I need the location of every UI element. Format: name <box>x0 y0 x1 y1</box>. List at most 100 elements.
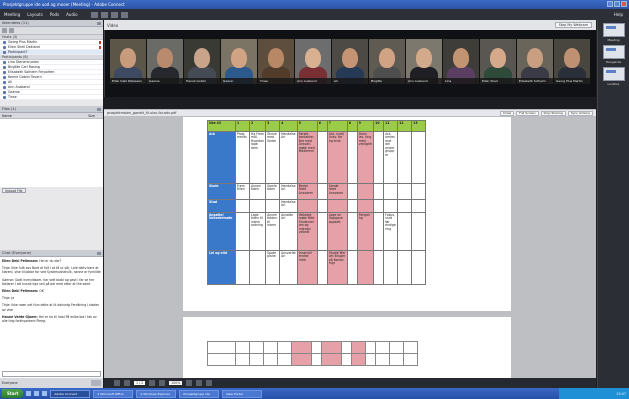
table-cell <box>277 341 292 354</box>
table-cell <box>356 250 375 285</box>
person-face <box>194 48 210 68</box>
person-face <box>231 48 247 68</box>
menu-item-help[interactable]: Help <box>614 12 623 17</box>
close-button[interactable] <box>621 1 627 7</box>
table-header-cell: 9 <box>356 120 375 132</box>
video-tile[interactable]: Tinse <box>258 39 294 84</box>
attendees-toolbar <box>0 27 103 35</box>
task-adobe-connect[interactable]: Adobe Connect <box>50 389 91 398</box>
fit-width-icon[interactable] <box>186 380 193 386</box>
table-cell <box>356 199 375 213</box>
chat-footer: Everyone <box>0 378 103 388</box>
document-viewer[interactable]: Uke 43 1 2 3 4 5 6 7 8 9 10 11 12 13 Ark Prosj. ments Ha… <box>104 117 596 388</box>
table-row: Skole Frem tillen Annen tiden Samle tiden He… <box>207 183 427 200</box>
pan-icon[interactable] <box>206 380 213 386</box>
task-folder[interactable]: New Folder <box>222 389 263 398</box>
person-face <box>157 48 173 68</box>
video-tile[interactable]: Ali <box>332 39 368 84</box>
quicklaunch-icon[interactable] <box>42 391 48 396</box>
zoom-in-icon[interactable] <box>159 380 166 386</box>
table-cell <box>346 131 358 184</box>
table-cell: Ansatte Ari <box>279 212 298 251</box>
share-pod-header: prosjektmalen_ganett_til-ulov-for.adv.pd… <box>104 109 596 117</box>
user-icon <box>3 95 6 99</box>
speaker-icon[interactable] <box>90 11 98 18</box>
menu-item-pods[interactable]: Pods <box>50 12 59 17</box>
start-button[interactable]: Start <box>2 389 24 398</box>
video-tile[interactable]: Georg Plus Martin <box>554 39 590 84</box>
zoom-out-icon[interactable] <box>149 380 156 386</box>
table-row <box>207 341 418 354</box>
chat-text: Tinje: Ikke noen vet Hun delte at til do… <box>2 303 100 312</box>
minimize-button[interactable] <box>607 1 613 7</box>
video-tile[interactable]: Gaerse <box>147 39 183 84</box>
table-cell <box>346 183 358 200</box>
table-cell <box>248 250 267 285</box>
table-cell: Lage tiden til intern ordning <box>248 212 267 251</box>
video-tile[interactable]: Gwenn <box>221 39 257 84</box>
sync-button[interactable]: Sync Actions <box>567 110 593 116</box>
video-tile[interactable]: Ann Auskand <box>295 39 331 84</box>
chat-message: Tinje: Ikke fullt avs Bord of fult i at … <box>2 266 101 274</box>
task-prosjekt[interactable]: Prosjektgrupp ide <box>179 389 220 398</box>
menu-item-audio[interactable]: Audio <box>66 12 77 17</box>
mic-icon[interactable] <box>100 11 108 18</box>
person-face <box>453 48 469 68</box>
chat-text: Hei er du der? <box>39 259 62 263</box>
video-tile[interactable]: Ellen Dekl Pellessen <box>110 39 146 84</box>
chat-sender: Ellen Dekl Pellessen: <box>2 289 40 294</box>
status-icon[interactable] <box>120 11 128 18</box>
table-cell <box>316 199 328 213</box>
chat-text: OK <box>39 289 44 294</box>
stop-sharing-button[interactable]: Stop Sharing <box>540 110 566 116</box>
video-tile[interactable]: Ann Auskand <box>406 39 442 84</box>
pod-menu-icon[interactable] <box>97 251 101 255</box>
menu-item-layouts[interactable]: Layouts <box>27 12 43 17</box>
table-cell <box>235 353 250 366</box>
video-tile[interactable]: Elisabeth Solheim <box>517 39 553 84</box>
pod-menu-icon[interactable] <box>97 107 101 111</box>
table-cell: Ha Frem mål, Hvordan lage dem <box>248 131 267 184</box>
table-row: Ark Prosj. ments Ha Frem mål, Hvordan lage… <box>207 131 427 184</box>
video-tile[interactable]: Lina <box>443 39 479 84</box>
row-label: Ark <box>207 131 236 184</box>
chat-input[interactable] <box>2 371 101 377</box>
view-toggle-icon[interactable] <box>2 28 7 33</box>
quicklaunch-icon[interactable] <box>26 391 32 396</box>
send-button[interactable] <box>91 380 101 386</box>
layout-thumb-2[interactable]: Hengende <box>602 45 625 64</box>
maximize-button[interactable] <box>614 1 620 7</box>
prev-page-icon[interactable] <box>114 380 120 386</box>
table-header-cell: 10 <box>373 120 385 132</box>
draw-button[interactable]: Draw <box>500 110 515 116</box>
webcam-icon[interactable] <box>110 11 118 18</box>
page-indicator[interactable]: 1 / 2 <box>134 381 146 385</box>
layout-thumb-3[interactable]: Lootbox <box>602 67 625 86</box>
next-page-icon[interactable] <box>124 380 130 386</box>
files-title: Files (1) <box>0 106 103 113</box>
quicklaunch-icon[interactable] <box>34 391 40 396</box>
table-cell: Innenvill endne intre <box>296 250 318 285</box>
layout-thumb-meeting[interactable]: Meeting <box>602 23 625 42</box>
table-cell <box>341 353 352 366</box>
pointer-icon[interactable] <box>196 380 203 386</box>
fullscreen-button[interactable]: Full Screen <box>516 110 539 116</box>
attendee-name: Ann Auskand <box>8 85 30 89</box>
user-icon <box>3 85 6 89</box>
task-explorer[interactable]: 2 Windows Explorer <box>136 389 177 398</box>
attendee-name: Georg Plus Martin <box>8 40 38 44</box>
task-office[interactable]: 2 Microsoft Office <box>93 389 134 398</box>
menu-item-meeting[interactable]: Meeting <box>4 12 20 17</box>
video-tile[interactable]: Ellen Shell <box>480 39 516 84</box>
stop-webcam-button[interactable]: Stop My Webcam <box>554 22 592 28</box>
video-tile[interactable]: Henok Gobini <box>184 39 220 84</box>
video-tile[interactable]: Birgitte <box>369 39 405 84</box>
pod-menu-icon[interactable] <box>97 21 101 25</box>
upload-file-button[interactable]: Upload File <box>2 188 26 193</box>
zoom-level[interactable]: 100% <box>169 381 183 385</box>
video-caption: Georg Plus Martin <box>554 78 590 84</box>
table-cell <box>316 131 328 184</box>
status-menu-icon[interactable] <box>9 28 14 33</box>
table-cell <box>411 199 427 213</box>
chat-recipient[interactable]: Everyone <box>2 381 18 385</box>
